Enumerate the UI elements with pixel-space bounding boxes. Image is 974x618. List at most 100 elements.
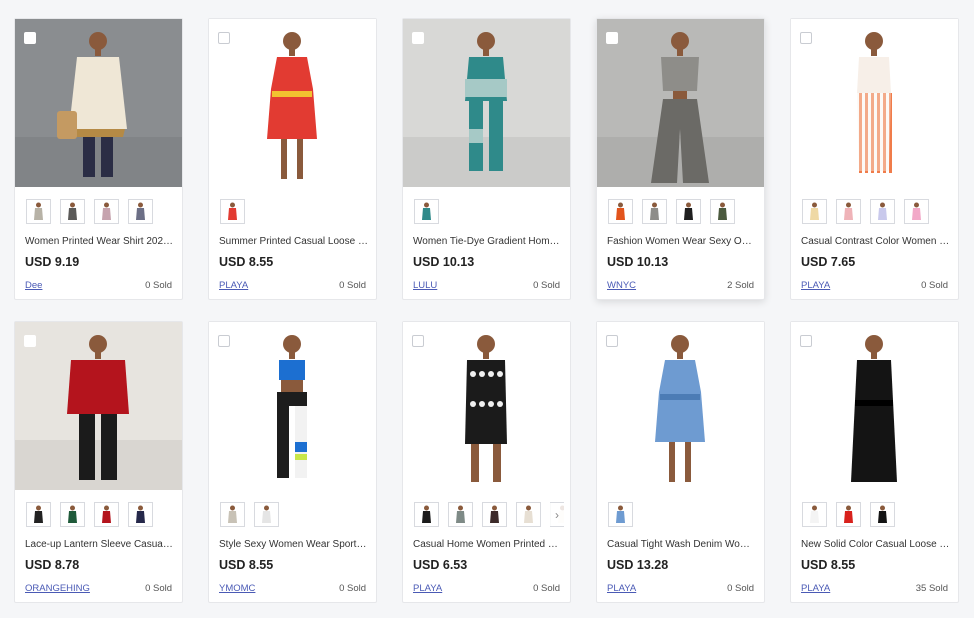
color-variant-thumb[interactable] (26, 502, 51, 527)
color-variant-thumb[interactable] (836, 502, 861, 527)
select-checkbox[interactable] (218, 32, 230, 44)
seller-link[interactable]: PLAYA (413, 583, 442, 594)
product-photo[interactable] (403, 19, 570, 187)
color-variant-thumb[interactable] (128, 199, 153, 224)
color-variant-thumb[interactable] (448, 502, 473, 527)
sold-count: 0 Sold (339, 280, 366, 291)
color-variant-thumb[interactable] (836, 199, 861, 224)
seller-link[interactable]: PLAYA (801, 583, 830, 594)
product-title[interactable]: New Solid Color Casual Loose … (801, 539, 951, 550)
product-photo[interactable] (791, 322, 958, 490)
product-photo[interactable] (15, 19, 182, 187)
product-photo-image (597, 19, 764, 187)
product-card[interactable]: Style Sexy Women Wear Sports … USD 8.55 YM… (208, 321, 377, 603)
select-checkbox[interactable] (218, 335, 230, 347)
product-title[interactable]: Summer Printed Casual Loose … (219, 236, 369, 247)
thumbs-next-icon[interactable]: › (550, 503, 564, 526)
color-variant-thumb[interactable] (802, 502, 827, 527)
seller-link[interactable]: WNYC (607, 280, 636, 291)
product-photo-image (403, 322, 570, 490)
select-checkbox[interactable] (412, 32, 424, 44)
product-title[interactable]: Women Tie-Dye Gradient Hom… (413, 236, 563, 247)
product-title[interactable]: Fashion Women Wear Sexy One… (607, 236, 757, 247)
seller-link[interactable]: PLAYA (607, 583, 636, 594)
color-variant-thumb[interactable] (94, 502, 119, 527)
color-variant-thumb[interactable] (676, 199, 701, 224)
seller-link[interactable]: Dee (25, 280, 42, 291)
select-checkbox[interactable] (24, 335, 36, 347)
color-variant-thumb[interactable] (220, 199, 245, 224)
product-card[interactable]: › Casual Home Women Printed … USD 6.53 PLAY… (402, 321, 571, 603)
product-photo-image (209, 19, 376, 187)
seller-link[interactable]: PLAYA (801, 280, 830, 291)
color-variant-thumb[interactable] (516, 502, 541, 527)
sold-count: 0 Sold (533, 280, 560, 291)
color-variant-thumb[interactable] (414, 502, 439, 527)
color-variant-thumbs (608, 502, 758, 527)
color-variant-thumb[interactable] (128, 502, 153, 527)
product-photo[interactable] (15, 322, 182, 490)
product-title[interactable]: Casual Home Women Printed … (413, 539, 563, 550)
color-variant-thumb[interactable] (904, 199, 929, 224)
sold-count: 0 Sold (145, 583, 172, 594)
color-variant-thumb[interactable] (220, 502, 245, 527)
seller-link[interactable]: PLAYA (219, 280, 248, 291)
product-photo[interactable] (597, 322, 764, 490)
color-variant-thumbs (220, 502, 370, 527)
sold-count: 2 Sold (727, 280, 754, 291)
product-card[interactable]: Women Printed Wear Shirt 202… USD 9.19 Dee… (14, 18, 183, 300)
product-card[interactable]: Casual Contrast Color Women … USD 7.65 PLA… (790, 18, 959, 300)
color-variant-thumb[interactable] (870, 502, 895, 527)
product-title[interactable]: Women Printed Wear Shirt 202… (25, 236, 175, 247)
color-variant-thumb[interactable] (482, 502, 507, 527)
product-price: USD 13.28 (607, 558, 669, 572)
product-card[interactable]: Fashion Women Wear Sexy One… USD 10.13 WNY… (596, 18, 765, 300)
product-price: USD 8.55 (801, 558, 856, 572)
product-photo[interactable] (597, 19, 764, 187)
product-title[interactable]: Casual Tight Wash Denim Wom… (607, 539, 757, 550)
select-checkbox[interactable] (606, 32, 618, 44)
product-photo[interactable] (791, 19, 958, 187)
seller-link[interactable]: YMOMC (219, 583, 255, 594)
color-variant-thumb[interactable] (710, 199, 735, 224)
seller-link[interactable]: LULU (413, 280, 437, 291)
color-variant-thumbs (26, 502, 176, 527)
select-checkbox[interactable] (800, 32, 812, 44)
product-price: USD 8.55 (219, 558, 274, 572)
color-variant-thumb[interactable] (254, 502, 279, 527)
select-checkbox[interactable] (606, 335, 618, 347)
product-photo[interactable] (209, 19, 376, 187)
product-photo-image (597, 322, 764, 490)
sold-count: 0 Sold (727, 583, 754, 594)
color-variant-thumb[interactable] (414, 199, 439, 224)
product-card[interactable]: Summer Printed Casual Loose … USD 8.55 PLA… (208, 18, 377, 300)
color-variant-thumb[interactable] (870, 199, 895, 224)
color-variant-thumb[interactable] (642, 199, 667, 224)
product-photo[interactable] (403, 322, 570, 490)
product-photo[interactable] (209, 322, 376, 490)
product-card[interactable]: Women Tie-Dye Gradient Hom… USD 10.13 LULU… (402, 18, 571, 300)
color-variant-thumb[interactable] (60, 199, 85, 224)
product-photo-image (791, 322, 958, 490)
select-checkbox[interactable] (24, 32, 36, 44)
select-checkbox[interactable] (412, 335, 424, 347)
product-title[interactable]: Casual Contrast Color Women … (801, 236, 951, 247)
product-card[interactable]: Casual Tight Wash Denim Wom… USD 13.28 PLA… (596, 321, 765, 603)
product-title[interactable]: Lace-up Lantern Sleeve Casual … (25, 539, 175, 550)
color-variant-thumb[interactable] (60, 502, 85, 527)
color-variant-thumb[interactable] (608, 199, 633, 224)
color-variant-thumb[interactable] (802, 199, 827, 224)
sold-count: 35 Sold (915, 583, 948, 594)
product-card[interactable]: New Solid Color Casual Loose … USD 8.55 PL… (790, 321, 959, 603)
color-variant-thumb[interactable] (608, 502, 633, 527)
color-variant-thumb[interactable] (26, 199, 51, 224)
product-price: USD 10.13 (607, 255, 669, 269)
product-photo-image (791, 19, 958, 187)
color-variant-thumbs (802, 199, 952, 224)
seller-link[interactable]: ORANGEHING (25, 583, 90, 594)
color-variant-thumb[interactable] (94, 199, 119, 224)
product-title[interactable]: Style Sexy Women Wear Sports … (219, 539, 369, 550)
product-card[interactable]: Lace-up Lantern Sleeve Casual … USD 8.78 O… (14, 321, 183, 603)
select-checkbox[interactable] (800, 335, 812, 347)
sold-count: 0 Sold (921, 280, 948, 291)
